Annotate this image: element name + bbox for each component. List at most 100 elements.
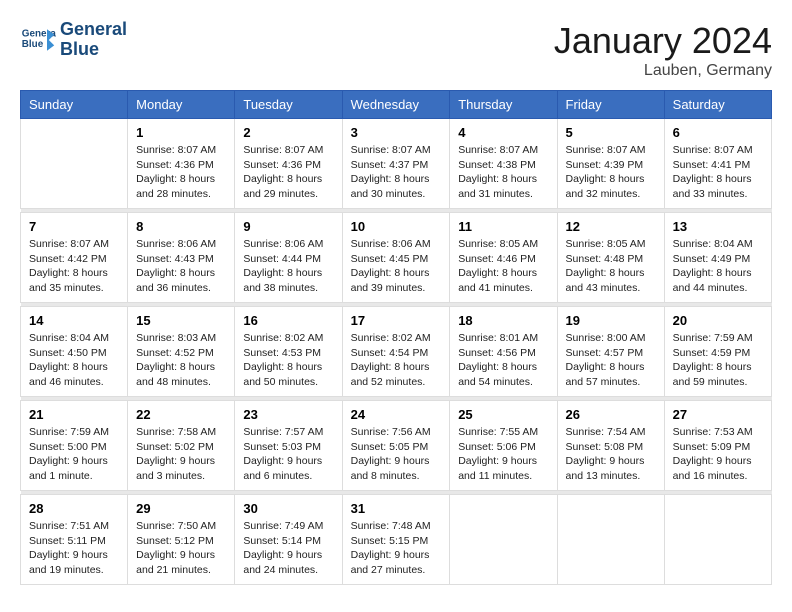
calendar-cell: 21Sunrise: 7:59 AMSunset: 5:00 PMDayligh… [21,401,128,491]
calendar-week-row: 21Sunrise: 7:59 AMSunset: 5:00 PMDayligh… [21,401,772,491]
calendar-cell: 3 Sunrise: 8:07 AMSunset: 4:37 PMDaylight… [342,119,450,209]
day-detail: Sunrise: 8:01 AMSunset: 4:56 PMDaylight:… [458,331,548,390]
day-number: 16 [243,313,333,328]
calendar-cell: 15 Sunrise: 8:03 AMSunset: 4:52 PMDayligh… [128,307,235,397]
day-number: 21 [29,407,119,422]
day-detail: Sunrise: 8:07 AMSunset: 4:37 PMDaylight:… [351,143,442,202]
calendar-cell: 14 Sunrise: 8:04 AMSunset: 4:50 PMDayligh… [21,307,128,397]
logo: General Blue General Blue [20,20,127,60]
day-detail: Sunrise: 7:51 AMSunset: 5:11 PMDaylight:… [29,519,119,578]
day-number: 18 [458,313,548,328]
calendar-week-row: 14 Sunrise: 8:04 AMSunset: 4:50 PMDayligh… [21,307,772,397]
calendar-week-row: 1 Sunrise: 8:07 AMSunset: 4:36 PMDaylight… [21,119,772,209]
day-detail: Sunrise: 8:07 AMSunset: 4:41 PMDaylight:… [673,143,763,202]
day-number: 9 [243,219,333,234]
day-detail: Sunrise: 8:06 AMSunset: 4:45 PMDaylight:… [351,237,442,296]
day-number: 12 [566,219,656,234]
day-number: 24 [351,407,442,422]
day-number: 1 [136,125,226,140]
day-detail: Sunrise: 7:50 AMSunset: 5:12 PMDaylight:… [136,519,226,578]
day-number: 23 [243,407,333,422]
day-number: 26 [566,407,656,422]
day-detail: Sunrise: 7:53 AMSunset: 5:09 PMDaylight:… [673,425,763,484]
day-detail: Sunrise: 7:48 AMSunset: 5:15 PMDaylight:… [351,519,442,578]
day-number: 30 [243,501,333,516]
calendar-cell: 25 Sunrise: 7:55 AMSunset: 5:06 PMDayligh… [450,401,557,491]
calendar-cell: 27 Sunrise: 7:53 AMSunset: 5:09 PMDayligh… [664,401,771,491]
day-detail: Sunrise: 8:00 AMSunset: 4:57 PMDaylight:… [566,331,656,390]
calendar-cell: 2Sunrise: 8:07 AMSunset: 4:36 PMDaylight… [235,119,342,209]
day-detail: Sunrise: 8:05 AMSunset: 4:46 PMDaylight:… [458,237,548,296]
day-number: 14 [29,313,119,328]
day-number: 22 [136,407,226,422]
logo-text-line1: General [60,20,127,40]
calendar-cell: 30Sunrise: 7:49 AMSunset: 5:14 PMDayligh… [235,495,342,585]
day-number: 11 [458,219,548,234]
calendar-cell [21,119,128,209]
day-detail: Sunrise: 8:02 AMSunset: 4:53 PMDaylight:… [243,331,333,390]
day-number: 3 [351,125,442,140]
calendar-cell: 13Sunrise: 8:04 AMSunset: 4:49 PMDayligh… [664,213,771,303]
calendar-cell: 29 Sunrise: 7:50 AMSunset: 5:12 PMDayligh… [128,495,235,585]
calendar-cell [664,495,771,585]
calendar-cell: 6Sunrise: 8:07 AMSunset: 4:41 PMDaylight… [664,119,771,209]
day-number: 25 [458,407,548,422]
calendar-cell: 26 Sunrise: 7:54 AMSunset: 5:08 PMDayligh… [557,401,664,491]
day-number: 10 [351,219,442,234]
month-title: January 2024 [554,20,772,62]
day-number: 8 [136,219,226,234]
calendar-cell: 16 Sunrise: 8:02 AMSunset: 4:53 PMDayligh… [235,307,342,397]
weekday-header-thursday: Thursday [450,91,557,119]
calendar-cell: 4Sunrise: 8:07 AMSunset: 4:38 PMDaylight… [450,119,557,209]
calendar-week-row: 7 Sunrise: 8:07 AMSunset: 4:42 PMDaylight… [21,213,772,303]
day-number: 5 [566,125,656,140]
day-detail: Sunrise: 8:06 AMSunset: 4:44 PMDaylight:… [243,237,333,296]
calendar-cell: 17Sunrise: 8:02 AMSunset: 4:54 PMDayligh… [342,307,450,397]
calendar-cell: 7 Sunrise: 8:07 AMSunset: 4:42 PMDaylight… [21,213,128,303]
location: Lauben, Germany [554,62,772,80]
day-number: 4 [458,125,548,140]
day-detail: Sunrise: 8:05 AMSunset: 4:48 PMDaylight:… [566,237,656,296]
page-header: General Blue General Blue January 2024 L… [20,20,772,80]
logo-icon: General Blue [20,22,56,58]
calendar-cell: 11 Sunrise: 8:05 AMSunset: 4:46 PMDayligh… [450,213,557,303]
calendar-cell: 8 Sunrise: 8:06 AMSunset: 4:43 PMDaylight… [128,213,235,303]
weekday-header-saturday: Saturday [664,91,771,119]
weekday-header-friday: Friday [557,91,664,119]
day-detail: Sunrise: 8:03 AMSunset: 4:52 PMDaylight:… [136,331,226,390]
title-block: January 2024 Lauben, Germany [554,20,772,80]
calendar-cell: 18 Sunrise: 8:01 AMSunset: 4:56 PMDayligh… [450,307,557,397]
day-detail: Sunrise: 8:04 AMSunset: 4:50 PMDaylight:… [29,331,119,390]
day-number: 17 [351,313,442,328]
day-detail: Sunrise: 7:56 AMSunset: 5:05 PMDaylight:… [351,425,442,484]
calendar-cell: 5 Sunrise: 8:07 AMSunset: 4:39 PMDaylight… [557,119,664,209]
calendar-cell: 10 Sunrise: 8:06 AMSunset: 4:45 PMDayligh… [342,213,450,303]
weekday-header-sunday: Sunday [21,91,128,119]
day-number: 15 [136,313,226,328]
logo-text-line2: Blue [60,40,127,60]
day-number: 28 [29,501,119,516]
calendar-table: SundayMondayTuesdayWednesdayThursdayFrid… [20,90,772,585]
day-detail: Sunrise: 7:55 AMSunset: 5:06 PMDaylight:… [458,425,548,484]
day-number: 31 [351,501,442,516]
day-number: 19 [566,313,656,328]
calendar-cell: 9 Sunrise: 8:06 AMSunset: 4:44 PMDaylight… [235,213,342,303]
calendar-cell: 31 Sunrise: 7:48 AMSunset: 5:15 PMDayligh… [342,495,450,585]
day-detail: Sunrise: 7:59 AMSunset: 4:59 PMDaylight:… [673,331,763,390]
day-detail: Sunrise: 7:58 AMSunset: 5:02 PMDaylight:… [136,425,226,484]
day-detail: Sunrise: 8:07 AMSunset: 4:42 PMDaylight:… [29,237,119,296]
calendar-cell: 1 Sunrise: 8:07 AMSunset: 4:36 PMDaylight… [128,119,235,209]
day-detail: Sunrise: 8:06 AMSunset: 4:43 PMDaylight:… [136,237,226,296]
day-number: 7 [29,219,119,234]
day-number: 13 [673,219,763,234]
weekday-header-wednesday: Wednesday [342,91,450,119]
calendar-cell: 24 Sunrise: 7:56 AMSunset: 5:05 PMDayligh… [342,401,450,491]
calendar-cell [450,495,557,585]
day-number: 29 [136,501,226,516]
day-detail: Sunrise: 8:07 AMSunset: 4:39 PMDaylight:… [566,143,656,202]
day-number: 27 [673,407,763,422]
day-number: 20 [673,313,763,328]
day-detail: Sunrise: 8:07 AMSunset: 4:36 PMDaylight:… [136,143,226,202]
day-detail: Sunrise: 7:54 AMSunset: 5:08 PMDaylight:… [566,425,656,484]
svg-text:Blue: Blue [22,39,44,50]
